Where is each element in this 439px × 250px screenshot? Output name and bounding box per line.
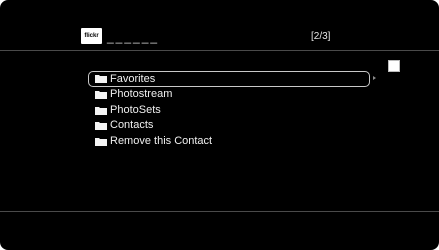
menu-item-label: Photostream	[110, 88, 173, 100]
menu-item-remove-contact[interactable]: Remove this Contact	[89, 134, 370, 150]
chevron-right-icon	[373, 76, 376, 80]
page-indicator: [2/3]	[311, 31, 331, 42]
folder-icon	[95, 122, 107, 130]
menu-item-label: Contacts	[110, 119, 154, 131]
folder-icon	[95, 137, 107, 146]
flickr-logo: flickr	[81, 28, 102, 44]
menu-item-label: Favorites	[110, 73, 156, 85]
menu-item-photostream[interactable]: Photostream	[89, 87, 370, 103]
footer-divider	[0, 211, 439, 212]
menu-item-label: Remove this Contact	[110, 134, 213, 147]
checkbox[interactable]	[388, 60, 400, 72]
menu-item-label: PhotoSets	[110, 103, 161, 116]
contact-name: ______	[107, 30, 160, 44]
menu-item-favorites[interactable]: Favorites	[88, 71, 370, 87]
folder-icon	[95, 91, 107, 99]
folder-icon	[95, 106, 107, 115]
tv-screen: flickr ______ [2/3] Favorites Photostrea…	[0, 0, 439, 250]
folder-icon	[95, 75, 107, 83]
header-divider	[0, 50, 439, 51]
menu-item-photosets[interactable]: PhotoSets	[89, 103, 370, 119]
menu-item-contacts[interactable]: Contacts	[89, 118, 370, 134]
menu-list: Favorites Photostream PhotoSets Contacts…	[88, 71, 370, 150]
